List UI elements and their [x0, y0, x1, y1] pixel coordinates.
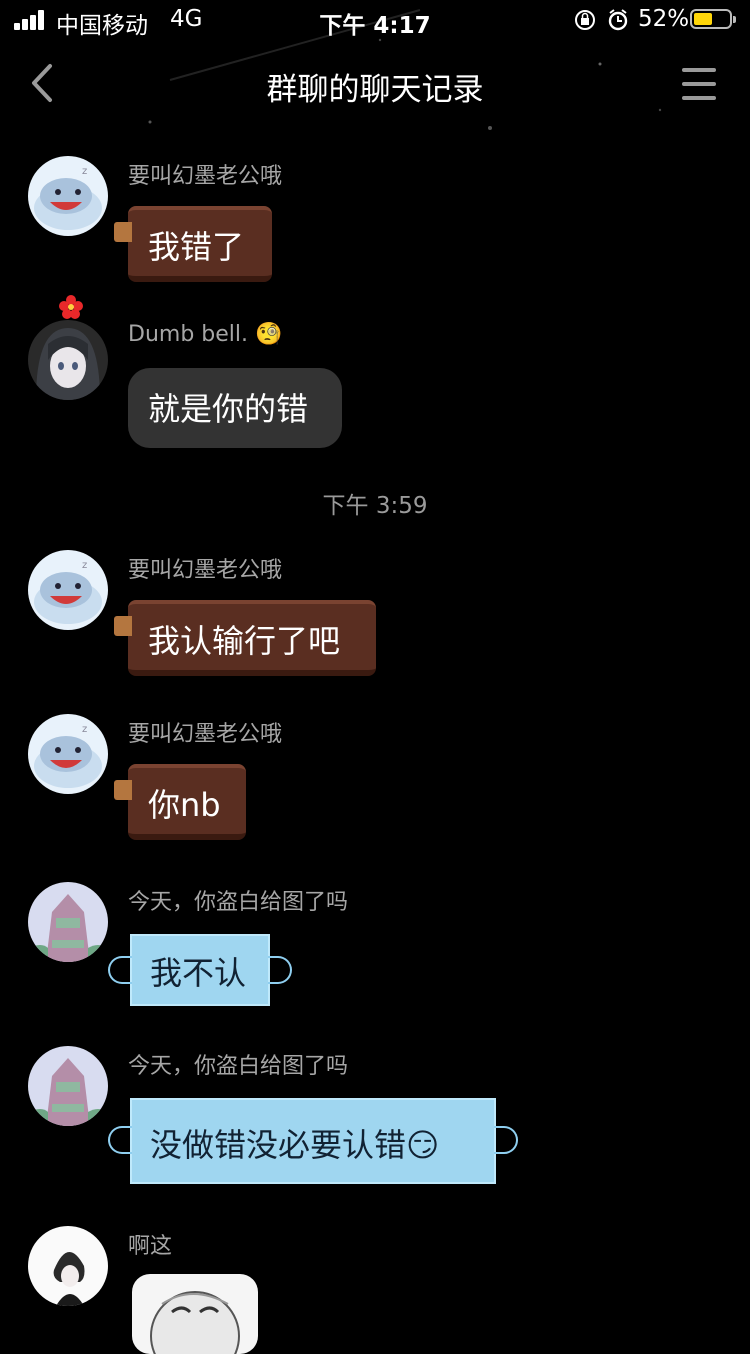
sender-name: Dumb bell. 🧐 — [128, 322, 283, 347]
chat-message: z 要叫幻墨老公哦 我认输行了吧 — [0, 544, 750, 684]
avatar-sketch-boy[interactable] — [28, 1226, 108, 1306]
meme-face-sticker — [150, 1291, 240, 1354]
sender-name: 要叫幻墨老公哦 — [128, 558, 283, 583]
message-bubble[interactable]: 我错了 — [114, 206, 272, 282]
avatar-shark[interactable]: z — [28, 714, 108, 794]
chat-message: Dumb bell. 🧐 就是你的错 — [0, 294, 750, 454]
battery-percent: 52% — [638, 6, 690, 32]
message-text: 我不认 — [150, 954, 247, 992]
chat-message: 今天，你盗白给图了吗 我不认 — [0, 876, 750, 1016]
message-text: 没做错没必要认错😏 — [150, 1126, 440, 1164]
chat-message: z 要叫幻墨老公哦 你nb — [0, 708, 750, 848]
message-bubble[interactable]: 我认输行了吧 — [114, 600, 376, 676]
battery-icon — [690, 9, 736, 29]
status-bar: 中国移动 4G 下午 4:17 52% — [0, 0, 750, 40]
smirk-face-emoji: 😏 — [406, 1126, 440, 1164]
message-text: 我认输行了吧 — [148, 622, 341, 660]
navigation-bar: 群聊的聊天记录 — [0, 48, 750, 120]
message-text: 你nb — [148, 786, 221, 824]
hamburger-menu-icon[interactable] — [676, 66, 724, 102]
chat-message: 啊这 — [0, 1220, 750, 1334]
avatar-castle[interactable] — [28, 1046, 108, 1126]
battery-level — [694, 13, 712, 25]
sender-name: 啊这 — [128, 1234, 173, 1259]
sender-name: 今天，你盗白给图了吗 — [128, 1054, 349, 1079]
sticker-image[interactable] — [132, 1274, 258, 1354]
chat-message: 今天，你盗白给图了吗 没做错没必要认错😏 — [0, 1040, 750, 1190]
sender-name: 要叫幻墨老公哦 — [128, 722, 283, 747]
sender-name: 今天，你盗白给图了吗 — [128, 890, 349, 915]
message-bubble[interactable]: 没做错没必要认错😏 — [108, 1098, 518, 1184]
message-bubble[interactable]: 我不认 — [108, 934, 292, 1006]
flower-decoration-icon — [59, 295, 83, 319]
avatar-castle[interactable] — [28, 882, 108, 962]
chat-message: z 要叫幻墨老公哦 我错了 — [0, 150, 750, 290]
monocle-face-emoji: 🧐 — [255, 322, 283, 347]
sender-name: 要叫幻墨老公哦 — [128, 164, 283, 189]
svg-text:z: z — [82, 560, 87, 571]
message-bubble[interactable]: 你nb — [114, 764, 246, 840]
avatar-shark[interactable]: z — [28, 156, 108, 236]
avatar-shark[interactable]: z — [28, 550, 108, 630]
svg-text:z: z — [82, 724, 87, 735]
chat-timestamp: 下午 3:59 — [322, 493, 428, 519]
message-bubble[interactable]: 就是你的错 — [128, 368, 342, 448]
message-text: 就是你的错 — [148, 390, 309, 428]
avatar-anime-girl[interactable] — [28, 320, 108, 400]
orientation-lock-alarm-icon — [575, 9, 628, 31]
message-text: 我错了 — [148, 228, 245, 266]
page-title: 群聊的聊天记录 — [266, 72, 484, 108]
svg-text:z: z — [82, 166, 87, 177]
